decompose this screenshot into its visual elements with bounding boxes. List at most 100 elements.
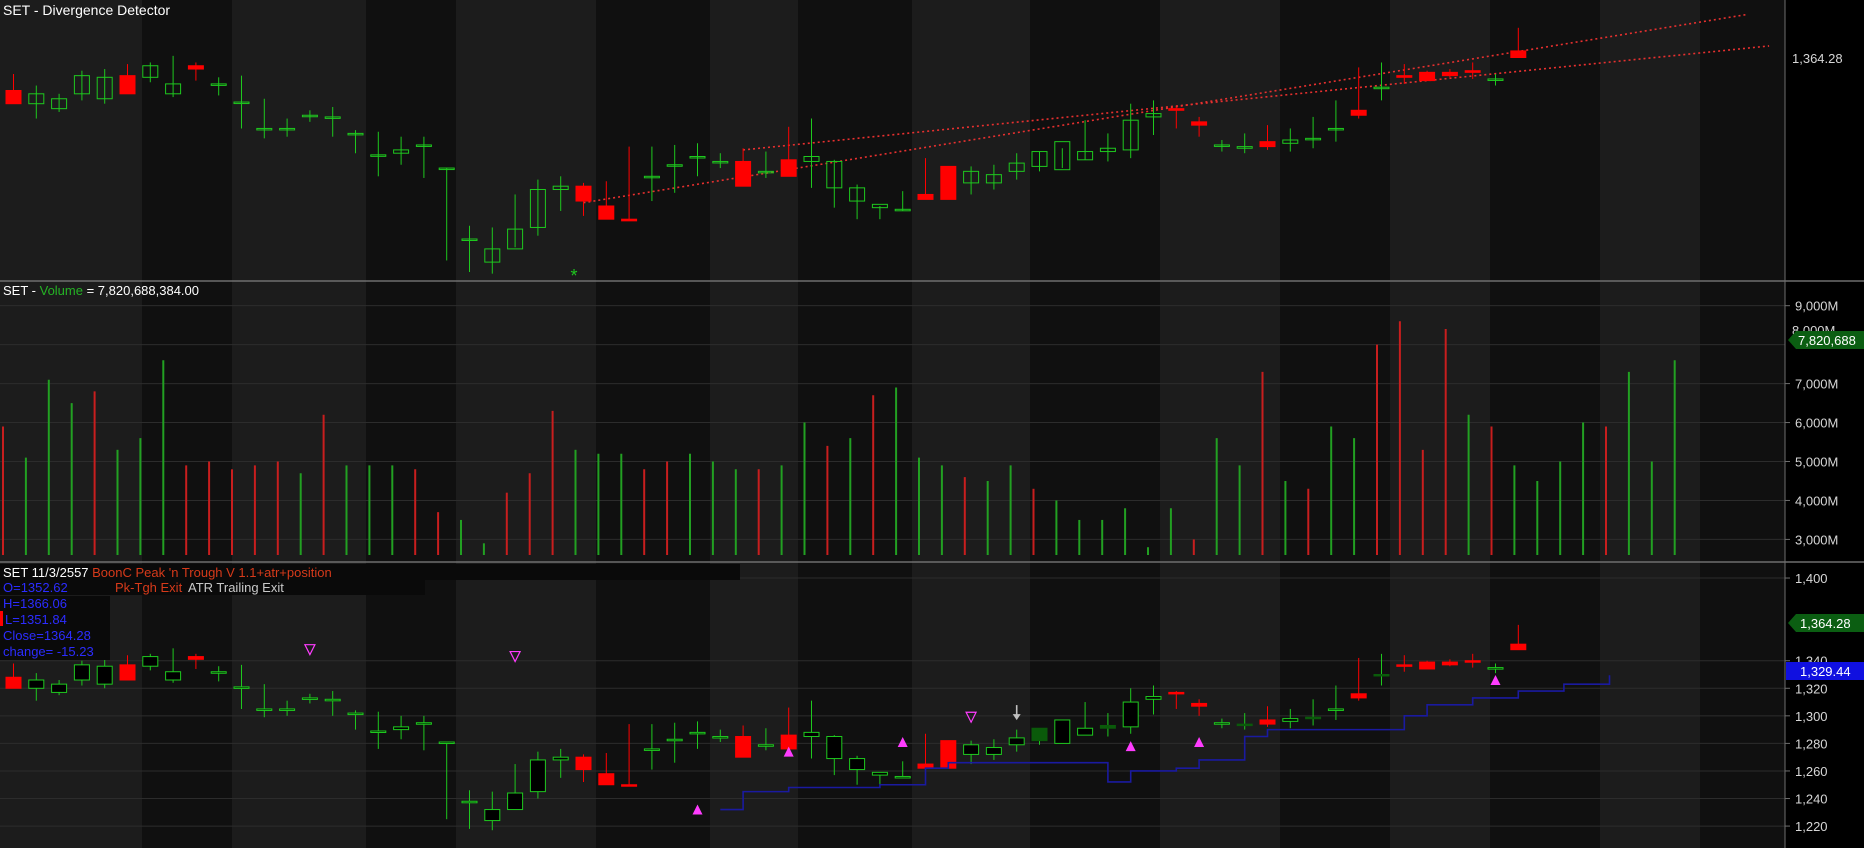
candle-body xyxy=(689,731,706,735)
candle-body xyxy=(643,748,660,751)
svg-text:7,820,688: 7,820,688 xyxy=(1798,333,1856,348)
candle-body xyxy=(1441,661,1458,666)
candle-body xyxy=(1510,643,1527,651)
time-band xyxy=(798,0,912,848)
candle-body xyxy=(1145,696,1162,700)
volume-last-value-tag: 7,820,688 xyxy=(1788,331,1864,349)
candle-body xyxy=(5,676,22,689)
candle-body xyxy=(598,773,615,786)
candle-body xyxy=(1259,719,1276,725)
candle xyxy=(940,165,957,200)
candle-body xyxy=(210,671,227,674)
candle-body xyxy=(621,218,638,222)
candle-body xyxy=(826,736,843,760)
candle xyxy=(1054,719,1071,744)
candle-body xyxy=(1350,693,1367,699)
axis-tick-label: 1,240 xyxy=(1795,792,1828,807)
price-panel-title: SET - Divergence Detector xyxy=(3,2,170,18)
candle-body xyxy=(1213,722,1230,725)
candle-body xyxy=(1236,723,1253,727)
candle-body xyxy=(142,656,159,667)
candle-body xyxy=(347,712,364,716)
candle-body xyxy=(51,683,68,693)
candle-body xyxy=(1487,667,1504,670)
axis-tick-label: 6,000M xyxy=(1795,416,1838,431)
indicator-last-value-tag: 1,364.28 xyxy=(1788,614,1864,632)
candle-body xyxy=(233,686,250,689)
divergence-detector-chart[interactable]: * 3,000M 4,000M 5,000M 6,000M 7,000M 9,000M 1,… xyxy=(0,0,1864,848)
candle-body xyxy=(1122,701,1139,728)
axis-tick-label: 5,000M xyxy=(1795,455,1838,470)
candle-body xyxy=(1419,71,1436,82)
candle-body xyxy=(735,736,752,758)
candle-body xyxy=(1419,661,1436,670)
price-last-value: 1,364.28 xyxy=(1792,51,1843,66)
time-band xyxy=(1600,0,1700,848)
candle-body xyxy=(256,708,273,711)
candle-body xyxy=(1077,727,1094,736)
ohlc-change: change= -15.23 xyxy=(3,644,94,659)
candle-body xyxy=(712,736,729,739)
candle-body xyxy=(963,744,980,755)
candle xyxy=(1419,660,1436,670)
candle-body xyxy=(301,697,318,700)
time-band xyxy=(232,0,366,848)
candle-body xyxy=(1441,71,1458,77)
candle-body xyxy=(1168,108,1185,111)
ohlc-close: Close=1364.28 xyxy=(3,628,91,643)
candle-body xyxy=(415,722,432,725)
candle-body xyxy=(985,747,1002,755)
candle-body xyxy=(73,664,90,681)
candle-body xyxy=(119,664,136,681)
time-band xyxy=(596,0,710,848)
candle-body xyxy=(803,731,820,738)
candle-body xyxy=(484,809,501,822)
candle-body xyxy=(279,708,296,711)
candle-body xyxy=(529,759,546,793)
volume-series-name: Volume xyxy=(40,283,83,298)
candle-body xyxy=(1282,718,1299,722)
candle-body xyxy=(1054,719,1071,744)
ohlc-open: O=1352.62 xyxy=(3,580,68,595)
volume-panel-title: SET - Volume = 7,820,688,384.00 xyxy=(3,283,199,298)
candle-body xyxy=(552,756,569,761)
indicator-name: BoonC Peak 'n Trough V 1.1+atr+position xyxy=(92,565,332,580)
legend-pk-tgh-exit: Pk-Tgh Exit xyxy=(115,580,183,595)
candle-body xyxy=(1305,716,1322,720)
candle-body xyxy=(1396,664,1413,667)
candle-body xyxy=(1191,702,1208,707)
candle-body xyxy=(119,75,136,95)
candle-body xyxy=(187,656,204,660)
candle-body xyxy=(735,160,752,187)
axis-tick-label: 1,220 xyxy=(1795,819,1828,834)
candle-body xyxy=(871,771,888,776)
candle-body xyxy=(1327,708,1344,711)
candle-body xyxy=(894,775,911,779)
time-band xyxy=(142,0,232,848)
legend-atr-trailing-exit: ATR Trailing Exit xyxy=(188,580,284,595)
candle-body xyxy=(438,741,455,745)
axis-tick-label: 9,000M xyxy=(1795,299,1838,314)
indicator-header: SET 11/3/2557 BoonC Peak 'n Trough V 1.1… xyxy=(3,565,332,580)
candle-body xyxy=(461,800,478,804)
axis-tick-label: 1,300 xyxy=(1795,709,1828,724)
candle-body xyxy=(370,730,387,733)
candle-body xyxy=(324,698,341,702)
axis-tick-label: 1,400 xyxy=(1795,571,1828,586)
candle-body xyxy=(507,792,524,811)
candle-body xyxy=(96,665,113,685)
candle-body xyxy=(1168,691,1185,695)
candle-body xyxy=(1259,141,1276,148)
candle-body xyxy=(1464,660,1481,663)
axis-tick-label: 1,260 xyxy=(1795,764,1828,779)
candle-body xyxy=(575,185,592,202)
trough-marker-icon: * xyxy=(570,266,577,286)
candle-body xyxy=(393,726,410,731)
candle-body xyxy=(849,758,866,771)
candle-body xyxy=(1396,75,1413,78)
candle-body xyxy=(757,744,774,747)
candle-body xyxy=(1031,727,1048,742)
candle-body xyxy=(575,756,592,771)
time-band xyxy=(1700,0,1785,848)
candle-body xyxy=(1464,70,1481,73)
